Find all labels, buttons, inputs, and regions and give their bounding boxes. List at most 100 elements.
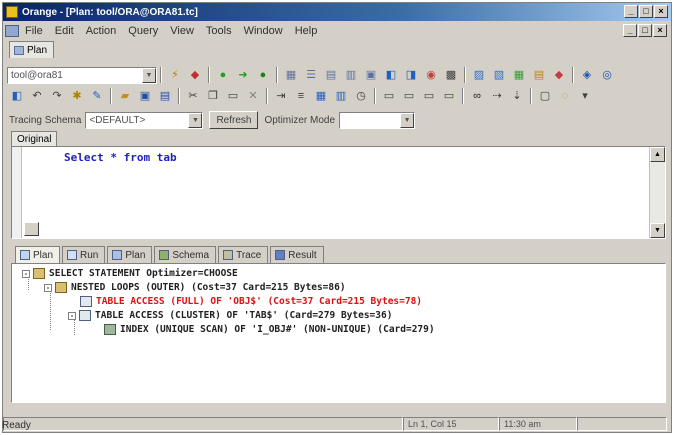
execution-plan-tree[interactable]: - SELECT STATEMENT Optimizer=CHOOSE - NE… [11, 263, 666, 403]
connection-value: tool@ora81 [11, 69, 63, 81]
tab-run[interactable]: Run [62, 246, 106, 263]
optimizer-mode-dropdown-arrow[interactable]: ▼ [400, 112, 415, 128]
sql-code[interactable]: Select * from tab [64, 151, 177, 164]
menu-tools[interactable]: Tools [206, 25, 232, 37]
optimizer-mode-combo[interactable]: ▼ [339, 111, 416, 129]
menu-view[interactable]: View [170, 25, 194, 37]
window-2-icon[interactable]: ▭ [401, 88, 417, 104]
close-button[interactable]: × [654, 5, 668, 18]
browser-icon[interactable]: ◨ [403, 67, 419, 83]
tab-schema[interactable]: Schema [154, 246, 217, 263]
editor-splitter-handle[interactable] [24, 222, 39, 236]
print-icon[interactable]: ▤ [157, 88, 173, 104]
title-bar[interactable]: Orange - [Plan: tool/ORA@ORA81.tc] _ □ × [3, 3, 671, 21]
menu-action[interactable]: Action [86, 25, 117, 37]
tree-node[interactable]: - SELECT STATEMENT Optimizer=CHOOSE [22, 268, 238, 279]
find-icon[interactable]: ✱ [69, 88, 85, 104]
mdi-restore-button[interactable]: □ [638, 24, 652, 37]
describe-icon[interactable]: ▥ [333, 88, 349, 104]
forward-icon[interactable]: ➜ [235, 67, 251, 83]
editor-vertical-scrollbar[interactable]: ▲ ▼ [649, 147, 665, 238]
window-4-icon[interactable]: ▭ [441, 88, 457, 104]
session-icon[interactable]: ◉ [423, 67, 439, 83]
tracing-schema-label: Tracing Schema [9, 114, 82, 126]
grid-icon[interactable]: ▦ [283, 67, 299, 83]
sql-editor[interactable]: Select * from tab ▲ ▼ [11, 146, 666, 239]
paste-icon[interactable]: ▭ [225, 88, 241, 104]
tools-icon[interactable]: ▨ [471, 67, 487, 83]
export-icon[interactable]: ▦ [511, 67, 527, 83]
comment-icon[interactable]: ≡ [293, 88, 309, 104]
tab-trace[interactable]: Trace [218, 246, 269, 263]
find-next-icon[interactable]: ⇢ [489, 88, 505, 104]
collapse-toggle[interactable]: - [22, 269, 30, 278]
connection-dropdown-arrow[interactable]: ▼ [142, 67, 156, 83]
report-icon[interactable]: ▧ [491, 67, 507, 83]
mdi-close-button[interactable]: × [653, 24, 667, 37]
list-icon[interactable]: ☰ [303, 67, 319, 83]
menu-query[interactable]: Query [128, 25, 158, 37]
bookmark-icon[interactable]: ▢ [537, 88, 553, 104]
tab-original[interactable]: Original [11, 131, 58, 146]
open-folder-icon[interactable]: ▰ [117, 88, 133, 104]
more-icon[interactable]: ▾ [577, 88, 593, 104]
scroll-up-button[interactable]: ▲ [650, 147, 665, 162]
undo-icon[interactable]: ↶ [29, 88, 45, 104]
tab-plan-document[interactable]: Plan [9, 41, 55, 58]
new-query-icon[interactable]: ◧ [9, 88, 25, 104]
execute-icon[interactable]: ⚡ [167, 67, 183, 83]
tab-result[interactable]: Result [270, 246, 324, 263]
copy-icon[interactable]: ❐ [205, 88, 221, 104]
collapse-toggle[interactable]: - [68, 311, 76, 320]
window-3-icon[interactable]: ▭ [421, 88, 437, 104]
alert-icon[interactable]: ◆ [551, 67, 567, 83]
monitor-icon[interactable]: ▩ [443, 67, 459, 83]
explain-plan-icon[interactable]: ◆ [187, 67, 203, 83]
rollback-icon[interactable]: ● [255, 67, 271, 83]
replace-icon[interactable]: ✎ [89, 88, 105, 104]
delete-icon[interactable]: ✕ [245, 88, 261, 104]
tab-plan-2[interactable]: Plan [107, 246, 153, 263]
redo-icon[interactable]: ↷ [49, 88, 65, 104]
minimize-button[interactable]: _ [624, 5, 638, 18]
folder-icon [33, 268, 45, 279]
commit-icon[interactable]: ● [215, 67, 231, 83]
window-1-icon[interactable]: ▭ [381, 88, 397, 104]
indent-icon[interactable]: ⇥ [273, 88, 289, 104]
toolbar-separator [462, 88, 464, 104]
tracing-schema-dropdown-arrow[interactable]: ▼ [188, 112, 203, 128]
help-icon[interactable]: ◈ [579, 67, 595, 83]
connection-combo[interactable]: tool@ora81 ▼ [7, 66, 157, 84]
columns-icon[interactable]: ▥ [343, 67, 359, 83]
format-icon[interactable]: ▦ [313, 88, 329, 104]
collapse-toggle[interactable]: - [44, 283, 52, 292]
tree-node[interactable]: INDEX (UNIQUE SCAN) OF 'I_OBJ#' (NON-UNI… [104, 324, 435, 335]
menu-help[interactable]: Help [295, 25, 318, 37]
refresh-button[interactable]: Refresh [209, 111, 259, 129]
menu-window[interactable]: Window [244, 25, 283, 37]
about-icon[interactable]: ◎ [599, 67, 615, 83]
mdi-child-icon[interactable] [5, 25, 19, 37]
schema-icon[interactable]: ◧ [383, 67, 399, 83]
table-icon[interactable]: ▤ [323, 67, 339, 83]
menu-file[interactable]: File [25, 25, 43, 37]
toolbar-separator [178, 88, 180, 104]
import-icon[interactable]: ▤ [531, 67, 547, 83]
binoculars-icon[interactable]: ∞ [469, 88, 485, 104]
tree-node[interactable]: - TABLE ACCESS (CLUSTER) OF 'TAB$' (Card… [68, 310, 392, 321]
node-text: NESTED LOOPS (OUTER) (Cost=37 Card=215 B… [71, 282, 346, 293]
tree-node[interactable]: TABLE ACCESS (FULL) OF 'OBJ$' (Cost=37 C… [80, 296, 422, 307]
maximize-button[interactable]: □ [639, 5, 653, 18]
menu-edit[interactable]: Edit [55, 25, 74, 37]
properties-icon[interactable]: ▣ [363, 67, 379, 83]
scroll-down-button[interactable]: ▼ [650, 223, 665, 238]
tree-node[interactable]: - NESTED LOOPS (OUTER) (Cost=37 Card=215… [44, 282, 346, 293]
lightbulb-icon[interactable]: ◌ [557, 88, 573, 104]
history-icon[interactable]: ◷ [353, 88, 369, 104]
goto-icon[interactable]: ⇣ [509, 88, 525, 104]
tracing-schema-combo[interactable]: <DEFAULT> ▼ [85, 111, 204, 129]
save-icon[interactable]: ▣ [137, 88, 153, 104]
mdi-minimize-button[interactable]: _ [623, 24, 637, 37]
tab-plan[interactable]: Plan [15, 246, 61, 263]
cut-icon[interactable]: ✂ [185, 88, 201, 104]
